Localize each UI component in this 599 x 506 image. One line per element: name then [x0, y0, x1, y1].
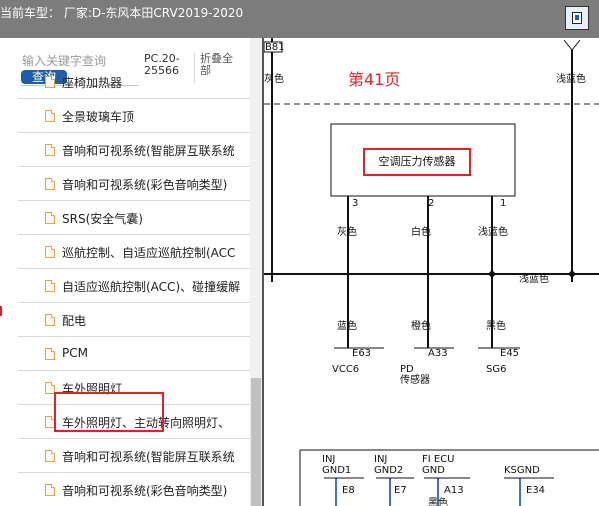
document-icon: [45, 144, 55, 156]
document-icon: [45, 450, 55, 462]
list-item[interactable]: 全景玻璃车顶: [18, 99, 250, 133]
list-item[interactable]: 自适应巡航控制(ACC)、碰撞缓解: [18, 269, 250, 303]
connector-id: B81: [265, 42, 285, 53]
list-item[interactable]: 配电: [18, 303, 250, 337]
list-item-label: 音响和可视系统(智能屏互联系统: [62, 144, 235, 158]
window-icon: [572, 12, 582, 24]
list-item-selected[interactable]: PCM: [18, 337, 250, 371]
document-icon: [45, 178, 55, 190]
document-icon: [45, 76, 55, 88]
ground-label-line1: INJ: [322, 454, 335, 465]
ground-label-line1: FI ECU: [422, 454, 455, 465]
list-item[interactable]: 音响和可视系统(彩色音响类型): [18, 473, 250, 506]
sidebar: 查询 PC.20- 25566 折叠全 部 座椅加热器 全景玻璃车顶 音响和可视…: [18, 38, 250, 506]
list-item-label: 音响和可视系统(彩色音响类型): [62, 178, 228, 192]
wiring-diagram-canvas: B81 灰色 浅蓝色 3 2 1 灰色 白色 浅蓝色 浅蓝色 蓝色 橙色 黑色 …: [264, 38, 599, 506]
document-icon: [45, 212, 55, 224]
document-icon: [45, 110, 55, 122]
list-item-label: PCM: [62, 346, 88, 360]
list-item-label: 配电: [62, 314, 87, 328]
signal-name: VCC6: [332, 364, 359, 375]
document-icon: [45, 246, 55, 258]
pin-number: 3: [352, 198, 358, 209]
list-item[interactable]: 巡航控制、自适应巡航控制(ACC: [18, 235, 250, 269]
wire-color-lower: 蓝色: [337, 319, 357, 332]
wire-color: 灰色: [337, 225, 357, 238]
list-item-label: 音响和可视系统(智能屏互联系统: [62, 450, 235, 464]
wire-color-left-top: 灰色: [264, 72, 284, 85]
list-item-label: SRS(安全气囊): [62, 212, 143, 226]
terminal-id: A33: [428, 348, 448, 359]
pin-number: 1: [500, 198, 506, 209]
list-item[interactable]: SRS(安全气囊): [18, 201, 250, 235]
list-item[interactable]: 座椅加热器: [18, 65, 250, 99]
red-marker: [0, 306, 2, 316]
list-item[interactable]: 音响和可视系统(智能屏互联系统: [18, 439, 250, 473]
window-title: 当前车型： 厂家:D-东风本田CRV2019-2020: [0, 6, 244, 20]
list-item-label: 全景玻璃车顶: [62, 110, 135, 124]
wire-color-lower: 橙色: [411, 319, 431, 332]
junction-wire-color: 浅蓝色: [519, 272, 549, 285]
list-item[interactable]: 音响和可视系统(智能屏互联系统: [18, 133, 250, 167]
terminal-id: E8: [342, 485, 355, 496]
list-item-label: 巡航控制、自适应巡航控制(ACC: [62, 246, 236, 260]
sensor-name-label: 空调压力传感器: [363, 148, 471, 176]
list-item[interactable]: 音响和可视系统(彩色音响类型): [18, 167, 250, 201]
ground-label-line2: GND: [422, 465, 445, 476]
document-icon: [45, 314, 55, 326]
page-number-label: 第41页: [348, 70, 401, 89]
signal-name: PD: [400, 364, 414, 375]
scrollbar-thumb[interactable]: [251, 378, 261, 506]
wire-color-lower: 黑色: [486, 319, 506, 332]
terminal-id: E63: [352, 348, 371, 359]
wire-color: 浅蓝色: [478, 225, 508, 238]
wire-color: 黑色: [428, 496, 448, 506]
ground-label-line2: KSGND: [504, 465, 540, 476]
wiring-diagram: B81 灰色 浅蓝色 3 2 1 灰色 白色 浅蓝色 浅蓝色 蓝色 橙色 黑色 …: [264, 38, 599, 506]
restore-window-button[interactable]: [565, 6, 589, 30]
signal-name-line2: 传感器: [400, 373, 430, 386]
left-collapsed-panel: [0, 38, 19, 506]
wire-color-right-top: 浅蓝色: [556, 72, 586, 85]
sidebar-scrollbar[interactable]: [250, 38, 262, 506]
ground-label-line2: GND2: [374, 465, 403, 476]
title-bar: 当前车型： 厂家:D-东风本田CRV2019-2020: [0, 0, 599, 38]
pin-number: 2: [428, 198, 434, 209]
terminal-id: E34: [526, 485, 545, 496]
pcm-highlight-box: [54, 392, 164, 432]
signal-name: SG6: [486, 364, 506, 375]
terminal-id: E7: [394, 485, 407, 496]
terminal-id: A13: [444, 485, 464, 496]
list-item-label: 自适应巡航控制(ACC)、碰撞缓解: [62, 280, 241, 294]
wire-color: 白色: [411, 225, 431, 238]
list-item-label: 音响和可视系统(彩色音响类型): [62, 484, 228, 498]
terminal-id: E45: [500, 348, 519, 359]
document-icon: [45, 348, 55, 360]
document-icon: [45, 280, 55, 292]
ground-label-line1: INJ: [374, 454, 387, 465]
ground-label-line2: GND1: [322, 465, 351, 476]
document-icon: [45, 484, 55, 496]
list-item-label: 座椅加热器: [62, 76, 123, 90]
